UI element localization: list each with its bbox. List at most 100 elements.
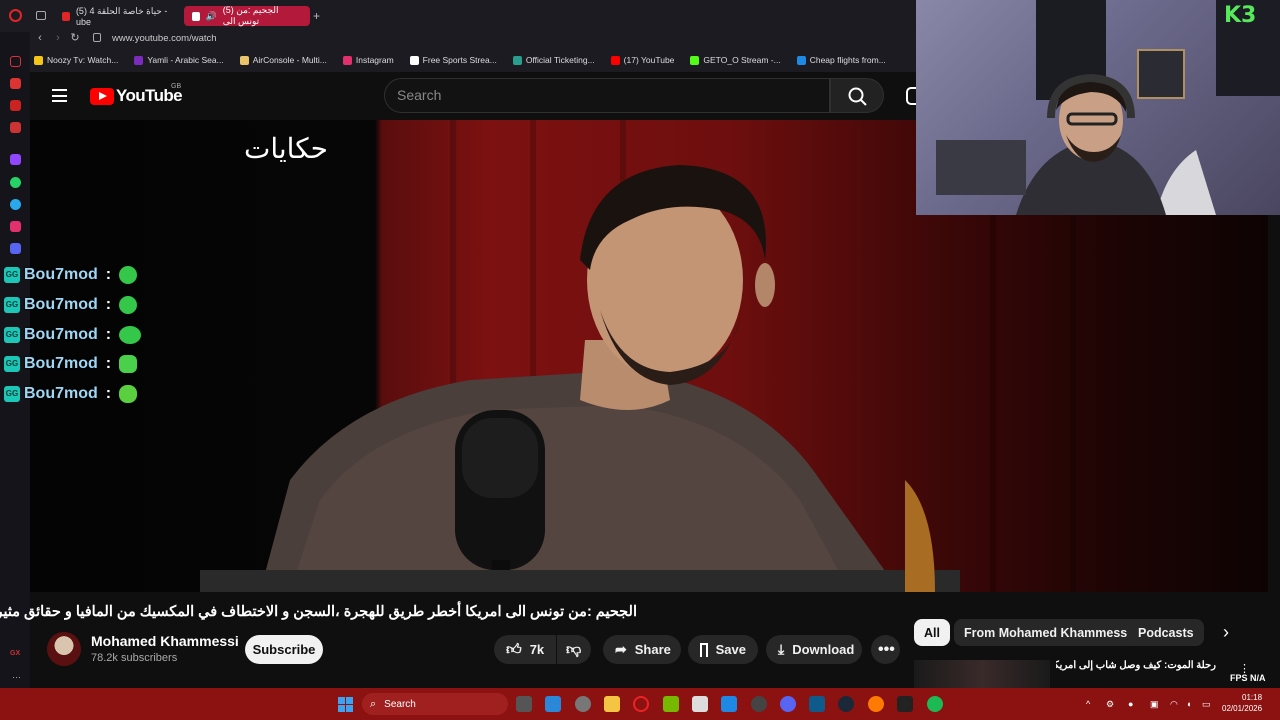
spotify-icon[interactable] xyxy=(927,696,943,712)
bookmark-label: Free Sports Strea... xyxy=(422,55,497,65)
bookmark-label: Yamli - Arabic Sea... xyxy=(147,55,224,65)
channel-avatar[interactable] xyxy=(47,632,81,666)
chat-badge-icon: GG xyxy=(4,327,20,343)
save-button[interactable]: Save xyxy=(688,635,758,664)
sidebar-aria-icon[interactable] xyxy=(10,56,21,67)
bookmark-item[interactable]: AirConsole - Multi... xyxy=(239,55,327,65)
recommended-thumbnail[interactable] xyxy=(914,660,1050,688)
chat-username: Bou7mod xyxy=(24,296,98,313)
volume-icon[interactable]: ◖ xyxy=(1186,699,1191,709)
chat-emote-icon xyxy=(119,385,138,403)
taskbar-clock[interactable]: 01:18 02/01/2026 xyxy=(1222,692,1262,714)
opera-logo-icon[interactable] xyxy=(9,9,22,22)
subscribe-button[interactable]: Subscribe xyxy=(245,635,323,664)
reload-icon[interactable]: ↻ xyxy=(69,32,81,44)
chip-podcasts[interactable]: Podcasts xyxy=(1128,619,1204,646)
sidebar-player-icon[interactable] xyxy=(10,122,21,133)
like-count: 7k xyxy=(529,642,545,657)
bookmark-item[interactable]: Instagram xyxy=(342,55,394,65)
download-button[interactable]: ⤓ Download xyxy=(766,635,862,664)
search-button[interactable] xyxy=(830,78,884,113)
sidebar-discord-icon[interactable] xyxy=(10,243,21,254)
bookmark-favicon-icon xyxy=(796,55,806,65)
speaker-icon[interactable]: 🔊 xyxy=(206,11,217,22)
sidebar-telegram-icon[interactable] xyxy=(10,199,21,210)
dislike-button[interactable]: 👎︎ xyxy=(557,635,591,664)
bookmark-item[interactable]: Yamli - Arabic Sea... xyxy=(134,55,224,65)
bookmark-favicon-icon xyxy=(512,55,522,65)
share-button[interactable]: ➦ Share xyxy=(603,635,681,664)
chat-username: Bou7mod xyxy=(24,266,98,283)
recommended-title[interactable]: رحلة الموت: كيف وصل شاب إلى أمريكا عبر أ… xyxy=(1056,660,1216,671)
bookmark-item[interactable]: Cheap flights from... xyxy=(796,55,886,65)
sidebar-more-icon[interactable]: ⋯ xyxy=(12,672,21,683)
windows-start-icon[interactable] xyxy=(338,697,353,712)
chat-message: GG Bou7mod : xyxy=(4,264,138,286)
epic-games-icon[interactable] xyxy=(897,696,913,712)
tab-overview-icon[interactable] xyxy=(36,11,46,20)
app-icon[interactable] xyxy=(721,696,737,712)
back-icon[interactable]: ‹ xyxy=(34,32,46,44)
subscriber-count: 78.2k subscribers xyxy=(91,652,178,664)
settings-icon[interactable] xyxy=(575,696,591,712)
task-view-icon[interactable] xyxy=(516,696,532,712)
tab-al-jahim[interactable]: 🔊 (5) الجحيم :من تونس الى xyxy=(184,5,310,26)
tray-app-icon[interactable]: ⚙ xyxy=(1106,699,1114,710)
tab-hayat-khassa[interactable]: (5) حياة خاصة الحلقة 4 - ube xyxy=(54,6,180,27)
more-actions-button[interactable]: ••• xyxy=(871,635,900,664)
search-input[interactable] xyxy=(397,86,817,104)
webcam-frame xyxy=(936,0,1280,215)
sidebar-twitch-icon[interactable] xyxy=(10,154,21,165)
bookmark-favicon-icon xyxy=(342,55,352,65)
stream-brand-logo: K3 xyxy=(1224,3,1257,28)
bookmark-item[interactable]: Free Sports Strea... xyxy=(409,55,497,65)
copilot-icon[interactable] xyxy=(545,696,561,712)
forward-icon[interactable]: › xyxy=(52,32,64,44)
wifi-icon[interactable]: ◠ xyxy=(1170,699,1178,710)
sidebar-gx-icon[interactable]: GX xyxy=(10,650,20,657)
tray-overflow-icon[interactable]: ^ xyxy=(1086,699,1090,709)
url-field[interactable]: www.youtube.com/watch xyxy=(112,33,217,44)
like-button[interactable]: 👍︎ 7k xyxy=(494,635,556,664)
app-icon-2[interactable] xyxy=(809,696,825,712)
taskbar-search[interactable]: ⌕ Search xyxy=(362,693,508,715)
bookmark-favicon-icon xyxy=(34,55,43,65)
discord-icon[interactable] xyxy=(780,696,796,712)
bookmark-label: Noozy Tv: Watch... xyxy=(47,55,119,65)
obs-icon[interactable] xyxy=(751,696,767,712)
store-icon[interactable] xyxy=(692,696,708,712)
origin-icon[interactable] xyxy=(868,696,884,712)
chip-all[interactable]: All xyxy=(914,619,950,646)
opera-gx-icon[interactable] xyxy=(633,696,649,712)
sidebar-music-icon[interactable] xyxy=(10,100,21,111)
bookmark-item[interactable]: (17) YouTube xyxy=(610,55,674,65)
sidebar-messenger-icon[interactable] xyxy=(10,78,21,89)
bookmark-item[interactable]: Noozy Tv: Watch... xyxy=(34,55,118,65)
chips-next-icon[interactable]: › xyxy=(1223,622,1229,643)
bookmark-item[interactable]: Official Ticketing... xyxy=(512,55,595,65)
youtube-logo-icon[interactable] xyxy=(90,88,114,105)
bookmark-label: Instagram xyxy=(355,55,394,65)
thumbs-up-icon: 👍︎ xyxy=(506,640,522,658)
sidebar-instagram-icon[interactable] xyxy=(10,221,21,232)
menu-icon[interactable] xyxy=(52,89,67,102)
bookmark-item[interactable]: GETO_O Stream -... xyxy=(690,55,781,65)
video-title: الجحيم :من تونس الى امريكا أخطر طريق لله… xyxy=(0,604,637,620)
battery-icon[interactable]: ▭ xyxy=(1202,699,1211,710)
youtube-favicon-icon xyxy=(62,11,70,21)
tray-app-icon-2[interactable]: ▣ xyxy=(1150,699,1159,710)
new-tab-button[interactable]: + xyxy=(313,9,320,23)
file-explorer-icon[interactable] xyxy=(604,696,620,712)
steam-icon[interactable] xyxy=(838,696,854,712)
lock-icon[interactable] xyxy=(93,33,101,42)
chat-badge-icon: GG xyxy=(4,297,20,313)
mic-tray-icon[interactable]: ● xyxy=(1128,699,1133,709)
mic-icon[interactable] xyxy=(906,87,916,105)
nvidia-icon[interactable] xyxy=(663,696,679,712)
sidebar-whatsapp-icon[interactable] xyxy=(10,177,21,188)
ellipsis-icon: ••• xyxy=(878,640,895,658)
chip-from-channel[interactable]: From Mohamed Khammessi xyxy=(954,619,1141,646)
channel-name[interactable]: Mohamed Khammessi xyxy=(91,633,239,649)
chat-emote-icon xyxy=(119,355,138,373)
chat-emote-icon xyxy=(119,296,138,314)
